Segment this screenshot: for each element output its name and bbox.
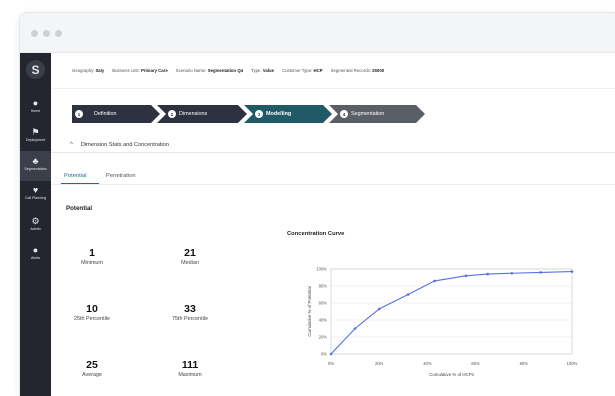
- sidebar-item-admin[interactable]: ⚙ Admin: [20, 211, 51, 241]
- sidebar-item-label: Alerts: [30, 256, 41, 260]
- x-tick-label: 80%: [520, 361, 529, 366]
- stat-maximum: 111 Maximum: [160, 359, 220, 378]
- x-tick-label: 60%: [471, 361, 480, 366]
- stat-label: 25th Percentile: [74, 316, 110, 322]
- tab-divider: [51, 184, 615, 185]
- stat-label: 75th Percentile: [172, 316, 208, 322]
- stat-value: 1: [89, 247, 95, 259]
- step-number: 1: [75, 110, 83, 118]
- sidebar-item-label: Segmentation: [24, 167, 47, 171]
- y-tick-label: 40%: [319, 318, 328, 323]
- x-axis-label: Cumulative % of HCPs: [429, 372, 474, 377]
- curve-point: [377, 307, 381, 311]
- stat-value: 111: [181, 359, 199, 371]
- step-number: 2: [168, 110, 176, 118]
- curve-point: [353, 327, 357, 330]
- step-label: Dimensions: [179, 111, 208, 117]
- tab-penetration[interactable]: Penetration: [106, 173, 136, 179]
- chart-title: Concentration Curve: [287, 231, 345, 237]
- sidebar-item-label: Home: [30, 109, 41, 113]
- sidebar: S ● Home ⚑ Deployment ♣ Segmentation ♥ C…: [20, 53, 51, 396]
- stat-75th-percentile: 33 75th Percentile: [160, 303, 220, 322]
- stat-value: 10: [86, 303, 98, 315]
- y-tick-label: 20%: [319, 335, 328, 340]
- info-type: Type: Value: [251, 68, 275, 73]
- curve-point: [433, 279, 436, 283]
- curve-point: [406, 293, 410, 296]
- window-dot-close[interactable]: [31, 30, 38, 37]
- y-tick-label: 100%: [316, 267, 327, 272]
- stat-minimum: 1 Minimum: [62, 247, 122, 266]
- x-tick-label: 40%: [423, 361, 432, 366]
- y-tick-label: 60%: [319, 301, 328, 306]
- stat-value: 21: [184, 247, 196, 259]
- logo-icon: S: [26, 60, 45, 79]
- browser-window: S ● Home ⚑ Deployment ♣ Segmentation ♥ C…: [19, 12, 615, 396]
- section-title: Potential: [66, 205, 93, 212]
- panel-header[interactable]: ^ Dimension Stats and Concentration: [51, 137, 615, 153]
- panel-title: Dimension Stats and Concentration: [80, 141, 169, 148]
- info-business-unit: Business Unit: Primary Care: [112, 68, 168, 73]
- curve-point: [570, 270, 574, 273]
- sidebar-item-call-planning[interactable]: ♥ Call Planning: [20, 180, 51, 210]
- info-segmented-records: Segmented Records: 25000: [330, 68, 385, 73]
- sidebar-item-segmentation[interactable]: ♣ Segmentation: [20, 151, 51, 181]
- step-dimensions[interactable]: 2 Dimensions: [157, 105, 247, 123]
- x-tick-label: 100%: [567, 361, 578, 366]
- stat-label: Maximum: [178, 372, 202, 378]
- tab-potential[interactable]: Potential: [64, 173, 87, 179]
- stat-value: 33: [184, 303, 196, 315]
- sidebar-item-label: Admin: [30, 227, 41, 231]
- window-dot-minimize[interactable]: [43, 30, 50, 37]
- segmentation-icon: ♣: [32, 156, 39, 166]
- stat-25th-percentile: 10 25th Percentile: [62, 303, 122, 322]
- curve-point: [464, 274, 468, 278]
- step-label: Definition: [94, 111, 117, 117]
- concentration-curve-chart: 0% 20% 40% 60% 80% 100% 0% 20% 40% 60% 80% 100% Cumu…: [307, 267, 578, 377]
- y-tick-label: 80%: [319, 284, 328, 289]
- stat-label: Average: [82, 372, 102, 378]
- curve-point: [510, 271, 514, 275]
- x-tick-label: 0%: [328, 361, 334, 366]
- x-tick-label: 20%: [375, 361, 384, 366]
- curve-point: [539, 271, 542, 274]
- window-titlebar: [20, 13, 615, 53]
- curve-point: [486, 272, 489, 276]
- stat-label: Minimum: [81, 260, 103, 266]
- step-definition[interactable]: 1 Definition: [72, 105, 160, 123]
- plot-frame: [330, 268, 573, 355]
- stat-label: Median: [181, 260, 199, 266]
- wizard-steps: 1 Definition 2 Dimensions 3 Modelling 4 …: [51, 105, 615, 125]
- step-segmentation[interactable]: 4 Segmentation: [329, 105, 425, 123]
- step-modelling[interactable]: 3 Modelling: [244, 105, 332, 123]
- y-axis-label: Cumulative % of Potential: [307, 286, 312, 336]
- sidebar-item-deployment[interactable]: ⚑ Deployment: [20, 122, 51, 152]
- home-icon: ●: [32, 98, 39, 108]
- gear-icon: ⚙: [31, 216, 40, 226]
- step-number: 3: [255, 110, 263, 118]
- sidebar-item-label: Call Planning: [24, 196, 47, 200]
- call-planning-icon: ♥: [32, 185, 39, 195]
- stat-value: 25: [86, 359, 98, 371]
- window-dot-maximize[interactable]: [55, 30, 62, 37]
- info-scenario-name: Scenario Name: Segmentation Q4: [175, 68, 244, 73]
- info-customer-type: Customer Type: HCP: [282, 68, 323, 73]
- app-body: S ● Home ⚑ Deployment ♣ Segmentation ♥ C…: [20, 53, 615, 396]
- step-label: Segmentation: [351, 111, 385, 117]
- scenario-info-bar: Geography: Italy Business Unit: Primary …: [51, 53, 615, 89]
- y-tick-label: 0%: [321, 352, 327, 357]
- chevron-up-icon[interactable]: ^: [70, 142, 73, 148]
- step-number: 4: [340, 110, 348, 118]
- sidebar-item-alerts[interactable]: ● Alerts: [20, 240, 51, 270]
- deployment-icon: ⚑: [31, 127, 40, 137]
- sidebar-item-label: Deployment: [25, 138, 46, 142]
- stat-median: 21 Median: [160, 247, 220, 266]
- curve-point: [329, 352, 333, 356]
- step-label: Modelling: [266, 111, 292, 117]
- info-geography: Geography: Italy: [72, 68, 105, 73]
- alert-icon: ●: [32, 245, 39, 255]
- sidebar-item-home[interactable]: ● Home: [20, 93, 51, 123]
- concentration-curve-line: [330, 271, 573, 355]
- stat-average: 25 Average: [62, 359, 122, 378]
